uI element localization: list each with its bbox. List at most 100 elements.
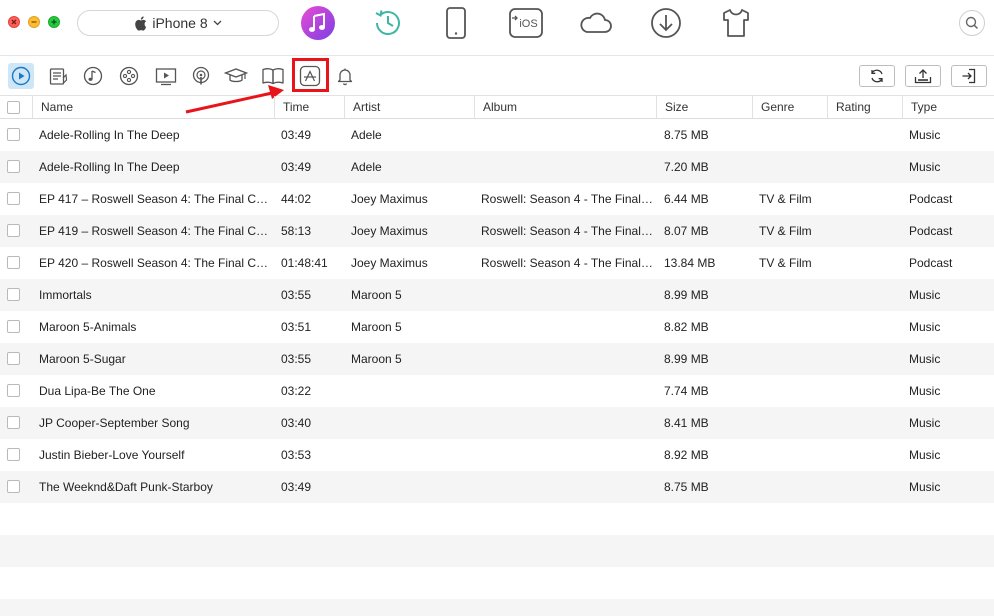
cell-rating bbox=[835, 343, 899, 375]
cell-type: Music bbox=[909, 416, 941, 430]
row-checkbox[interactable] bbox=[7, 320, 20, 333]
select-all-checkbox[interactable] bbox=[7, 101, 20, 114]
table-row[interactable]: Adele-Rolling In The Deep 03:49 Adele 7.20 … bbox=[0, 151, 994, 183]
table-row[interactable]: Dua Lipa-Be The One 03:22 7.74 MB Music bbox=[0, 375, 994, 407]
cell-artist: Joey Maximus bbox=[351, 224, 428, 238]
cell-rating bbox=[835, 247, 899, 279]
cell-size: 8.07 MB bbox=[664, 224, 709, 238]
cell-size: 7.74 MB bbox=[664, 384, 709, 398]
cell-time: 03:49 bbox=[281, 128, 312, 142]
cell-artist: Maroon 5 bbox=[351, 352, 402, 366]
cell-album bbox=[481, 439, 653, 471]
cell-artist bbox=[351, 407, 471, 439]
cell-artist: Maroon 5 bbox=[351, 320, 402, 334]
cell-time: 58:13 bbox=[281, 224, 312, 238]
row-checkbox[interactable] bbox=[7, 416, 20, 429]
cell-size: 8.82 MB bbox=[664, 320, 709, 334]
cell-rating bbox=[835, 151, 899, 183]
table-row[interactable]: Maroon 5-Sugar 03:55 Maroon 5 8.99 MB Music bbox=[0, 343, 994, 375]
column-header-rating[interactable]: Rating bbox=[827, 96, 902, 119]
cell-genre bbox=[759, 119, 824, 151]
cell-artist bbox=[351, 439, 471, 471]
cell-album bbox=[481, 151, 653, 183]
column-header-type[interactable]: Type bbox=[902, 96, 994, 119]
table-row[interactable]: The Weeknd&Daft Punk-Starboy 03:49 8.75 MB… bbox=[0, 471, 994, 503]
cell-name: EP 420 – Roswell Season 4: The Final Ch… bbox=[39, 256, 271, 270]
cell-size: 7.20 MB bbox=[664, 160, 709, 174]
empty-row bbox=[0, 503, 994, 535]
cell-size: 8.92 MB bbox=[664, 448, 709, 462]
cell-time: 03:51 bbox=[281, 320, 312, 334]
table-row[interactable]: EP 420 – Roswell Season 4: The Final Ch…… bbox=[0, 247, 994, 279]
cell-rating bbox=[835, 439, 899, 471]
row-checkbox[interactable] bbox=[7, 224, 20, 237]
cell-name: Maroon 5-Animals bbox=[39, 320, 137, 334]
cell-rating bbox=[835, 183, 899, 215]
cell-type: Music bbox=[909, 288, 941, 302]
cell-size: 13.84 MB bbox=[664, 256, 716, 270]
column-header-artist[interactable]: Artist bbox=[344, 96, 474, 119]
cell-time: 03:49 bbox=[281, 160, 312, 174]
cell-artist: Joey Maximus bbox=[351, 192, 428, 206]
cell-time: 03:55 bbox=[281, 352, 312, 366]
row-checkbox[interactable] bbox=[7, 160, 20, 173]
cell-name: JP Cooper-September Song bbox=[39, 416, 190, 430]
cell-artist: Adele bbox=[351, 128, 382, 142]
cell-time: 03:22 bbox=[281, 384, 312, 398]
row-checkbox[interactable] bbox=[7, 288, 20, 301]
row-checkbox[interactable] bbox=[7, 352, 20, 365]
row-checkbox[interactable] bbox=[7, 448, 20, 461]
cell-genre bbox=[759, 343, 824, 375]
cell-artist: Adele bbox=[351, 160, 382, 174]
cell-type: Music bbox=[909, 128, 941, 142]
cell-type: Podcast bbox=[909, 192, 953, 206]
table-row[interactable]: EP 419 – Roswell Season 4: The Final Ch…… bbox=[0, 215, 994, 247]
cell-rating bbox=[835, 119, 899, 151]
row-checkbox[interactable] bbox=[7, 480, 20, 493]
cell-time: 03:49 bbox=[281, 480, 312, 494]
empty-row bbox=[0, 599, 994, 616]
cell-type: Music bbox=[909, 480, 941, 494]
cell-type: Music bbox=[909, 384, 941, 398]
table-body: Adele-Rolling In The Deep 03:49 Adele 8.75 … bbox=[0, 119, 994, 616]
cell-album: Roswell: Season 4 - The Final… bbox=[481, 256, 653, 270]
cell-size: 8.41 MB bbox=[664, 416, 709, 430]
cell-size: 6.44 MB bbox=[664, 192, 709, 206]
table-row[interactable]: Adele-Rolling In The Deep 03:49 Adele 8.75 … bbox=[0, 119, 994, 151]
cell-size: 8.99 MB bbox=[664, 352, 709, 366]
cell-album bbox=[481, 119, 653, 151]
column-header-genre[interactable]: Genre bbox=[752, 96, 827, 119]
table-row[interactable]: Justin Bieber-Love Yourself 03:53 8.92 MB M… bbox=[0, 439, 994, 471]
row-checkbox[interactable] bbox=[7, 192, 20, 205]
cell-time: 03:40 bbox=[281, 416, 312, 430]
cell-type: Podcast bbox=[909, 224, 953, 238]
cell-time: 01:48:41 bbox=[281, 256, 328, 270]
cell-genre: TV & Film bbox=[759, 192, 812, 206]
column-header-time[interactable]: Time bbox=[274, 96, 344, 119]
row-checkbox[interactable] bbox=[7, 128, 20, 141]
column-header-size[interactable]: Size bbox=[656, 96, 752, 119]
cell-type: Podcast bbox=[909, 256, 953, 270]
cell-type: Music bbox=[909, 352, 941, 366]
cell-name: Justin Bieber-Love Yourself bbox=[39, 448, 185, 462]
table-row[interactable]: Maroon 5-Animals 03:51 Maroon 5 8.82 MB Musi… bbox=[0, 311, 994, 343]
empty-row bbox=[0, 567, 994, 599]
cell-genre bbox=[759, 151, 824, 183]
column-header-album[interactable]: Album bbox=[474, 96, 656, 119]
cell-album bbox=[481, 311, 653, 343]
table-row[interactable]: EP 417 – Roswell Season 4: The Final Ch…… bbox=[0, 183, 994, 215]
cell-album: Roswell: Season 4 - The Final… bbox=[481, 224, 653, 238]
cell-genre bbox=[759, 407, 824, 439]
cell-size: 8.75 MB bbox=[664, 128, 709, 142]
cell-name: Immortals bbox=[39, 288, 92, 302]
column-header-name[interactable]: Name bbox=[32, 96, 274, 119]
cell-rating bbox=[835, 215, 899, 247]
row-checkbox[interactable] bbox=[7, 256, 20, 269]
table-row[interactable]: Immortals 03:55 Maroon 5 8.99 MB Music bbox=[0, 279, 994, 311]
row-checkbox[interactable] bbox=[7, 384, 20, 397]
cell-type: Music bbox=[909, 160, 941, 174]
cell-album: Roswell: Season 4 - The Final… bbox=[481, 192, 653, 206]
cell-rating bbox=[835, 311, 899, 343]
table-row[interactable]: JP Cooper-September Song 03:40 8.41 MB Musi… bbox=[0, 407, 994, 439]
cell-rating bbox=[835, 279, 899, 311]
